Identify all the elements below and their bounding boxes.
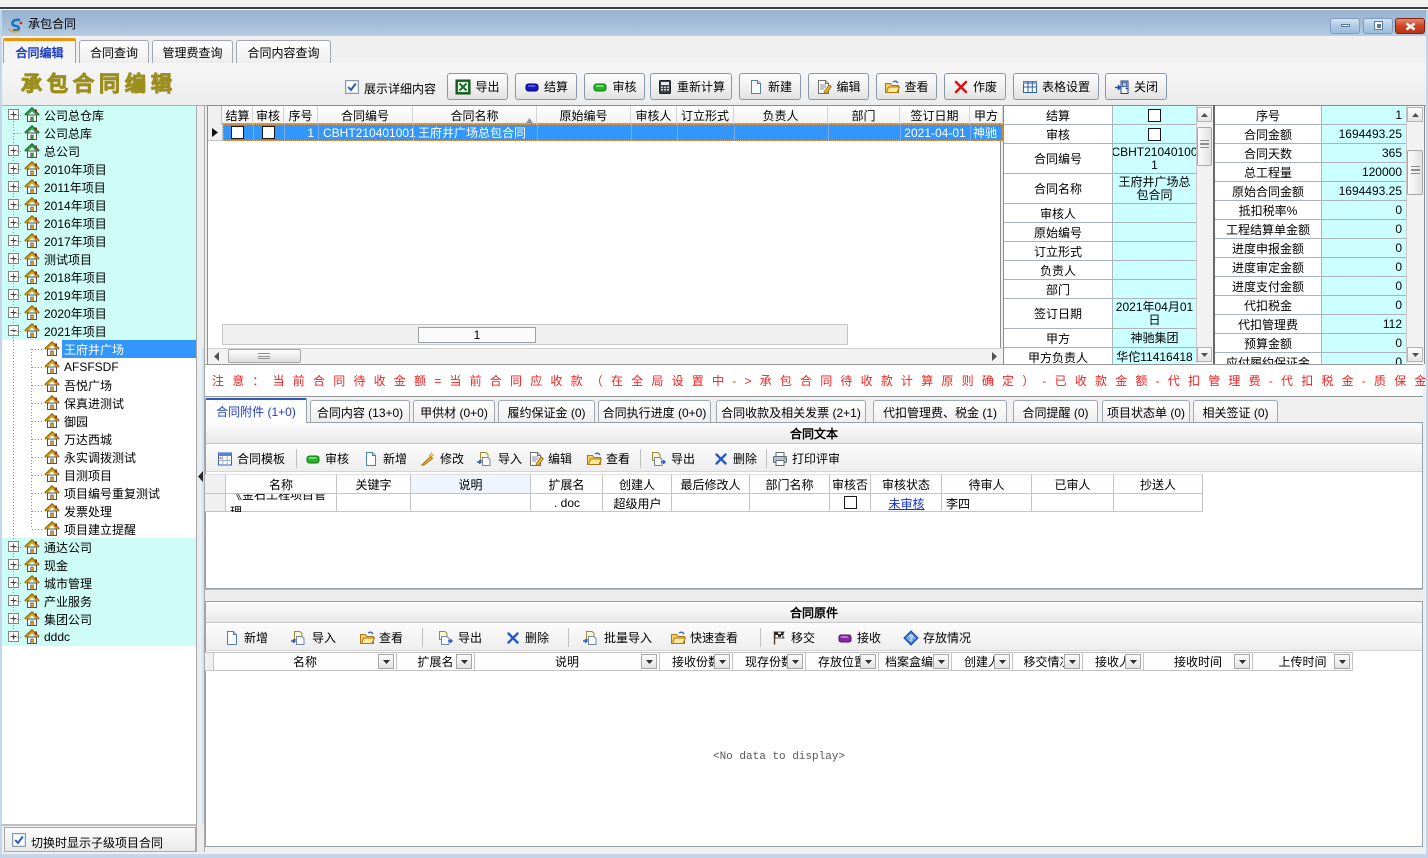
- svg-text:?: ?: [909, 634, 914, 643]
